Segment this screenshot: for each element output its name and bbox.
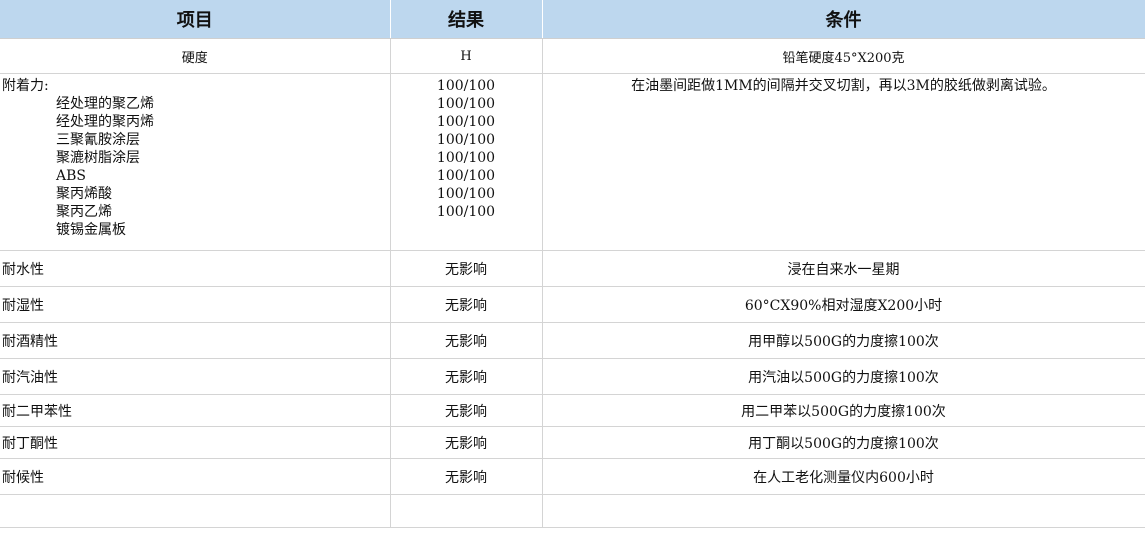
substrate-result: 100/100: [436, 114, 496, 130]
table-row: 耐二甲苯性 无影响 用二甲苯以500G的力度擦100次: [0, 394, 1145, 427]
empty-cell: [390, 494, 543, 528]
table-row: 耐汽油性 无影响 用汽油以500G的力度擦100次: [0, 358, 1145, 395]
substrate-name: ABS: [56, 168, 86, 184]
substrate-result: 100/100: [436, 96, 496, 112]
cell-result: 无影响: [390, 394, 543, 427]
empty-cell: [0, 494, 391, 528]
table-row: 耐酒精性 无影响 用甲醇以500G的力度擦100次: [0, 322, 1145, 359]
cell-item: 耐湿性: [0, 286, 391, 323]
test-results-table: 项目 结果 条件 硬度 H 铅笔硬度45°X200克 附着力: 经处理的聚乙烯 …: [0, 0, 1145, 528]
cell-result: 无影响: [390, 250, 543, 287]
adhesion-condition: 在油墨间距做1MM的间隔并交叉切割，再以3M的胶纸做剥离试验。: [631, 78, 1056, 94]
cell-condition: 用二甲苯以500G的力度擦100次: [542, 394, 1145, 427]
substrate-name: 聚丙乙烯: [56, 204, 112, 220]
table-row-empty: [0, 494, 1145, 528]
cell-item: 耐丁酮性: [0, 426, 391, 459]
substrate-result: 100/100: [436, 78, 496, 94]
cell-condition: 用丁酮以500G的力度擦100次: [542, 426, 1145, 459]
substrate-name: 聚漉树脂涂层: [56, 150, 140, 166]
cell-item: 耐二甲苯性: [0, 394, 391, 427]
adhesion-label: 附着力:: [2, 78, 49, 94]
cell-result: 无影响: [390, 358, 543, 395]
substrate-name: 经处理的聚乙烯: [56, 96, 154, 112]
table-row: 耐候性 无影响 在人工老化测量仪内600小时: [0, 458, 1145, 495]
header-result: 结果: [390, 0, 543, 39]
cell-result: 无影响: [390, 322, 543, 359]
cell-item: 耐酒精性: [0, 322, 391, 359]
table-row: 耐丁酮性 无影响 用丁酮以500G的力度擦100次: [0, 426, 1145, 459]
substrate-result: 100/100: [436, 168, 496, 184]
cell-item: 耐水性: [0, 250, 391, 287]
substrate-name: 镀锡金属板: [56, 222, 126, 238]
substrate-result: 100/100: [436, 204, 496, 220]
cell-result: 无影响: [390, 286, 543, 323]
cell-result: 无影响: [390, 426, 543, 459]
table-row-hardness: 硬度 H 铅笔硬度45°X200克: [0, 38, 1145, 74]
cell-result: 无影响: [390, 458, 543, 495]
cell-condition: 用汽油以500G的力度擦100次: [542, 358, 1145, 395]
cell-condition: 铅笔硬度45°X200克: [542, 38, 1145, 74]
substrate-name: 聚丙烯酸: [56, 186, 112, 202]
cell-item: 耐汽油性: [0, 358, 391, 395]
cell-condition: 浸在自来水一星期: [542, 250, 1145, 287]
substrate-name: 三聚氰胺涂层: [56, 132, 140, 148]
cell-condition: 用甲醇以500G的力度擦100次: [542, 322, 1145, 359]
header-row: 项目 结果 条件: [0, 0, 1145, 39]
cell-condition: 60°CX90%相对湿度X200小时: [542, 286, 1145, 323]
cell-condition: 在油墨间距做1MM的间隔并交叉切割，再以3M的胶纸做剥离试验。: [542, 73, 1145, 251]
header-condition: 条件: [542, 0, 1145, 39]
cell-result: H: [390, 38, 543, 74]
substrate-result: 100/100: [436, 132, 496, 148]
table-row-adhesion: 附着力: 经处理的聚乙烯 经处理的聚丙烯 三聚氰胺涂层 聚漉树脂涂层 ABS 聚…: [0, 73, 1145, 251]
cell-result: 100/100 100/100 100/100 100/100 100/100 …: [390, 73, 543, 251]
substrate-result: 100/100: [436, 150, 496, 166]
cell-item: 耐候性: [0, 458, 391, 495]
substrate-result: 100/100: [436, 186, 496, 202]
cell-item: 附着力: 经处理的聚乙烯 经处理的聚丙烯 三聚氰胺涂层 聚漉树脂涂层 ABS 聚…: [0, 73, 391, 251]
cell-item: 硬度: [0, 38, 391, 74]
table-row: 耐水性 无影响 浸在自来水一星期: [0, 250, 1145, 287]
substrate-name: 经处理的聚丙烯: [56, 114, 154, 130]
header-item: 项目: [0, 0, 391, 39]
table-row: 耐湿性 无影响 60°CX90%相对湿度X200小时: [0, 286, 1145, 323]
empty-cell: [542, 494, 1145, 528]
cell-condition: 在人工老化测量仪内600小时: [542, 458, 1145, 495]
